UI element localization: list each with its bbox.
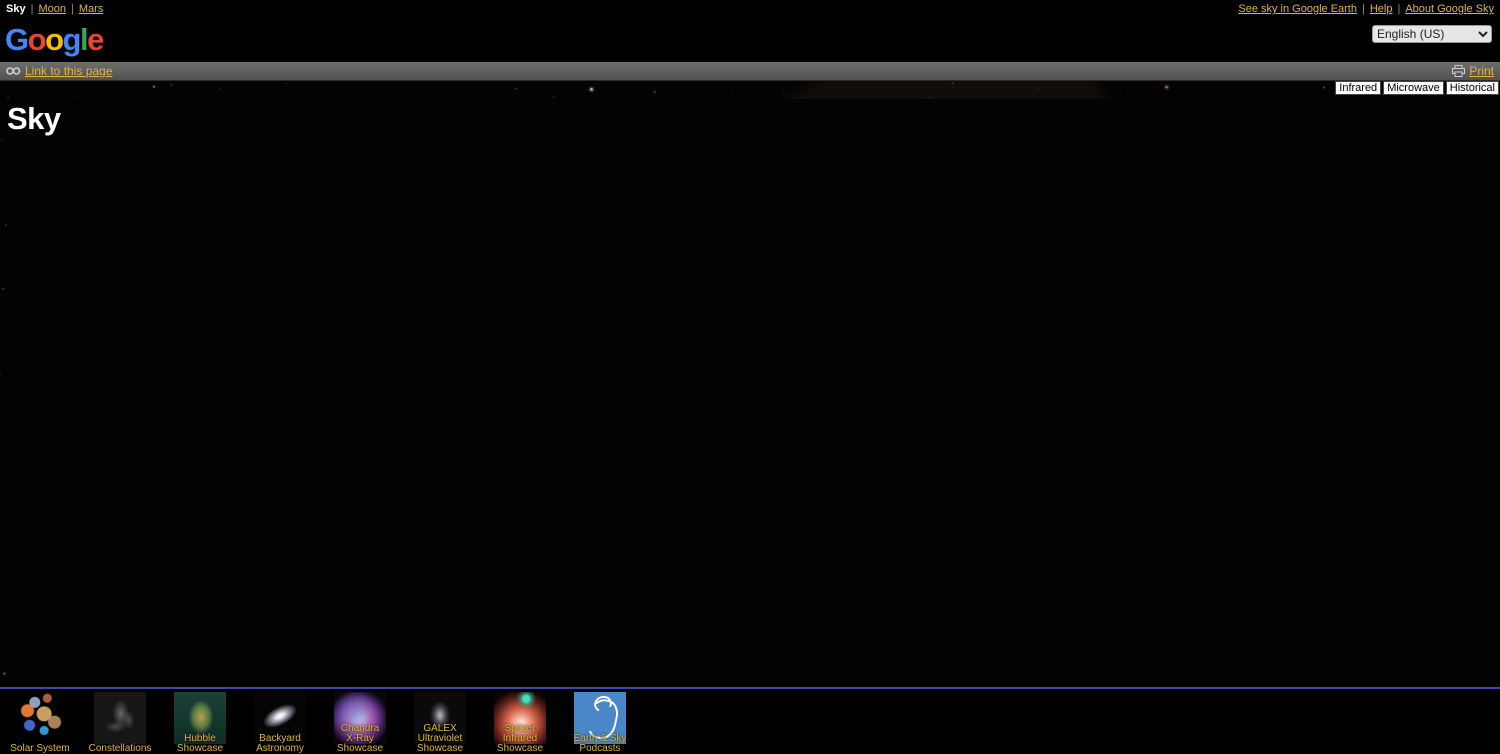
showcase-item-spitzer-infrared[interactable]: Spitzer Infrared Showcase bbox=[480, 689, 560, 754]
print-group: Print bbox=[1452, 64, 1494, 78]
logo-letter: g bbox=[63, 22, 80, 57]
showcase-label: Chandra X-Ray Showcase bbox=[316, 724, 404, 754]
top-nav: Sky | Moon | Mars See sky in Google Eart… bbox=[0, 0, 1500, 18]
showcase-label: Spitzer Infrared Showcase bbox=[476, 724, 564, 754]
link-chain-icon bbox=[6, 66, 21, 76]
link-group: Link to this page bbox=[6, 64, 112, 78]
solar-system-thumbnail[interactable] bbox=[14, 692, 66, 744]
showcase-label: GALEX Ultraviolet Showcase bbox=[396, 724, 484, 754]
showcase-label: Constellations bbox=[76, 744, 164, 754]
showcase-item-backyard-astronomy[interactable]: Backyard Astronomy bbox=[240, 689, 320, 754]
printer-icon bbox=[1452, 65, 1465, 77]
nav-link-mars[interactable]: Mars bbox=[79, 3, 103, 15]
top-nav-right: See sky in Google Earth | Help | About G… bbox=[1238, 3, 1494, 15]
showcase-label: Hubble Showcase bbox=[156, 734, 244, 754]
showcase-item-solar-system[interactable]: Solar System bbox=[0, 689, 80, 754]
layer-buttons: InfraredMicrowaveHistorical bbox=[1335, 81, 1499, 95]
separator: | bbox=[31, 3, 34, 15]
showcase-toolbar: Solar SystemConstellationsHubble Showcas… bbox=[0, 687, 1500, 754]
nav-current-sky: Sky bbox=[6, 3, 26, 15]
showcase-item-galex-ultraviolet[interactable]: GALEX Ultraviolet Showcase bbox=[400, 689, 480, 754]
top-nav-left: Sky | Moon | Mars bbox=[6, 3, 103, 15]
google-logo-letters: Google bbox=[5, 22, 103, 57]
google-sky-app: Sky | Moon | Mars See sky in Google Eart… bbox=[0, 0, 1500, 754]
showcase-label: Earth & Sky Podcasts bbox=[556, 734, 644, 754]
separator: | bbox=[1362, 3, 1365, 15]
google-sky-logo: GoogleSky bbox=[5, 20, 103, 60]
showcase-item-hubble-showcase[interactable]: Hubble Showcase bbox=[160, 689, 240, 754]
logo-sky-text: Sky bbox=[7, 99, 1500, 705]
separator: | bbox=[71, 3, 74, 15]
separator: | bbox=[1397, 3, 1400, 15]
logo-letter: o bbox=[45, 22, 62, 57]
constellations-thumbnail[interactable] bbox=[94, 692, 146, 744]
showcase-label: Solar System bbox=[0, 744, 84, 754]
layer-button-infrared[interactable]: Infrared bbox=[1335, 81, 1381, 95]
nav-link-help[interactable]: Help bbox=[1370, 3, 1393, 15]
layer-button-microwave[interactable]: Microwave bbox=[1383, 81, 1444, 95]
nav-link-about-google-sky[interactable]: About Google Sky bbox=[1405, 3, 1494, 15]
link-to-this-page-link[interactable]: Link to this page bbox=[25, 64, 112, 78]
nav-link-see-sky-in-google-earth[interactable]: See sky in Google Earth bbox=[1238, 3, 1357, 15]
showcase-label: Backyard Astronomy bbox=[236, 734, 324, 754]
showcase-item-chandra-xray[interactable]: Chandra X-Ray Showcase bbox=[320, 689, 400, 754]
logo-letter: o bbox=[28, 22, 45, 57]
logo-letter: G bbox=[5, 22, 28, 57]
print-link[interactable]: Print bbox=[1469, 64, 1494, 78]
link-print-bar: Link to this page Print bbox=[0, 62, 1500, 81]
header: GoogleSky English (US) bbox=[0, 18, 1500, 62]
layer-button-historical[interactable]: Historical bbox=[1446, 81, 1499, 95]
logo-letter: l bbox=[80, 22, 87, 57]
nav-link-moon[interactable]: Moon bbox=[38, 3, 66, 15]
showcase-item-constellations[interactable]: Constellations bbox=[80, 689, 160, 754]
logo-letter: e bbox=[87, 22, 103, 57]
language-select[interactable]: English (US) bbox=[1372, 25, 1492, 43]
showcase-item-earth-sky-podcasts[interactable]: Earth & Sky Podcasts bbox=[560, 689, 640, 754]
